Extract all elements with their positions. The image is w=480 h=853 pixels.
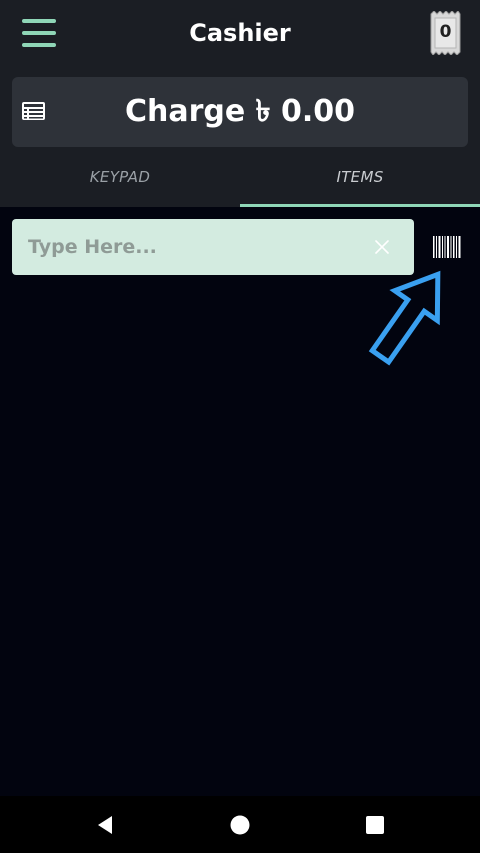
- system-navigation-bar: [0, 796, 480, 853]
- recent-apps-icon[interactable]: [366, 816, 384, 834]
- tab-items[interactable]: ITEMS: [240, 160, 480, 207]
- home-icon[interactable]: [229, 814, 251, 836]
- tab-selected-indicator: [240, 204, 480, 207]
- annotation-arrow-icon: [368, 270, 441, 366]
- tab-keypad[interactable]: KEYPAD: [0, 160, 240, 207]
- close-icon[interactable]: [372, 237, 392, 257]
- receipt-count-badge: 0: [439, 22, 452, 42]
- search-input[interactable]: [12, 219, 362, 275]
- app-bar: Cashier 0 Charge ৳ 0.00 KEYPAD ITEMS: [0, 0, 480, 207]
- receipt-button[interactable]: 0: [429, 10, 462, 56]
- charge-button[interactable]: Charge ৳ 0.00: [12, 77, 468, 147]
- back-icon[interactable]: [94, 814, 116, 836]
- search-box: [12, 219, 414, 275]
- page-title: Cashier: [189, 19, 291, 47]
- charge-label: Charge ৳ 0.00: [124, 94, 356, 129]
